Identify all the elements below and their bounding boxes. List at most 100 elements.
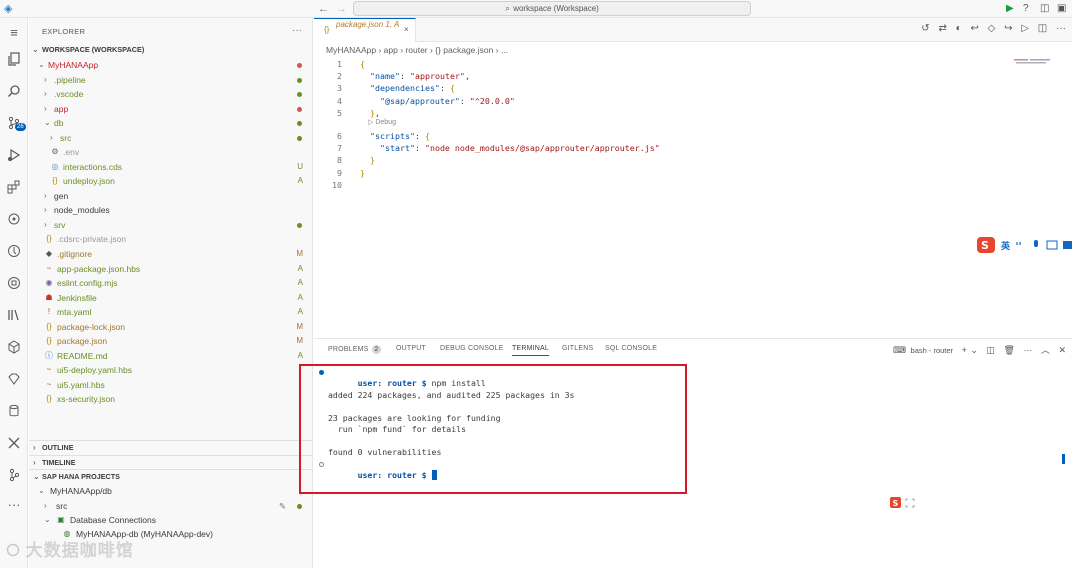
run-icon[interactable]: ▶ (1006, 2, 1014, 16)
tree-item[interactable]: ☗ Jenkinsfile A (29, 291, 313, 305)
tree-item-label: README.md (57, 351, 108, 361)
cloud-foundry-icon[interactable] (0, 240, 28, 262)
tree-item[interactable]: ⌄ db (29, 116, 313, 130)
tree-item[interactable]: › gen (29, 189, 313, 203)
ime-mode-label[interactable]: 英 (1001, 239, 1010, 252)
customize-layout-icon[interactable]: ▣ (1057, 2, 1066, 16)
tree-item[interactable]: ⚙ .env (29, 145, 313, 159)
line-number: 6 (337, 131, 342, 141)
tree-item[interactable]: › app (29, 102, 313, 116)
open-changes-icon[interactable]: ⇄ (938, 23, 946, 34)
ime-mini-icon[interactable]: S (890, 497, 918, 511)
help-icon[interactable]: ? (1023, 2, 1029, 16)
tree-item[interactable]: › srv (29, 218, 313, 232)
database-connections-item[interactable]: ⌄ ▣ Database Connections (29, 513, 313, 527)
tree-item-label: src (60, 133, 72, 143)
new-terminal-icon[interactable]: + (962, 345, 967, 355)
search-icon[interactable] (0, 80, 28, 102)
tree-item[interactable]: › .vscode (29, 87, 313, 101)
tree-item[interactable]: {} .cdsrc-private.json (29, 232, 313, 246)
more-actions-icon[interactable]: ··· (1023, 345, 1032, 355)
forward-arrow-icon[interactable]: → (336, 2, 347, 16)
workspace-header[interactable]: ⌄ WORKSPACE (WORKSPACE) (29, 43, 313, 57)
tree-item[interactable]: {} package.json M (29, 334, 313, 348)
search-icon: ⌕ (505, 3, 511, 13)
tree-item[interactable]: {} undeploy.json A (29, 174, 313, 188)
file-type-icon: ⓘ (45, 351, 53, 360)
tree-item[interactable]: ~ ui5.yaml.hbs (29, 378, 313, 392)
outline-section[interactable]: › OUTLINE (29, 440, 313, 454)
layout-icon[interactable]: ◫ (1040, 2, 1049, 16)
tree-item[interactable]: ⓘ README.md A (29, 349, 313, 363)
breadcrumb-item[interactable]: {} package.json (435, 45, 493, 55)
tree-item[interactable]: ~ app-package.json.hbs A (29, 262, 313, 276)
tab-problems[interactable]: PROBLEMS 2 (328, 345, 382, 354)
close-icon[interactable]: × (404, 19, 409, 41)
tree-item[interactable]: › src (29, 131, 313, 145)
more-actions-icon[interactable]: ··· (1056, 23, 1066, 34)
pin-icon[interactable]: ✎ (279, 499, 286, 513)
git-status-badge: A (297, 264, 303, 273)
tree-item[interactable]: ◉ eslint.config.mjs A (29, 276, 313, 290)
breadcrumb-item[interactable]: app (384, 45, 398, 55)
breadcrumb-item[interactable]: MyHANAApp (326, 45, 376, 55)
split-terminal-icon[interactable]: ◫ (986, 345, 995, 355)
maximize-panel-icon[interactable]: ︿ (1041, 345, 1050, 355)
hana-projects-section[interactable]: ⌄ SAP HANA PROJECTS (29, 469, 313, 483)
split-editor-icon[interactable]: ◫ (1038, 23, 1047, 34)
tab-terminal[interactable]: TERMINAL (512, 345, 549, 356)
more-actions-icon[interactable]: ··· (292, 25, 302, 36)
debug-codelens[interactable]: ▷ Debug (368, 118, 396, 126)
explorer-icon[interactable] (0, 48, 28, 70)
menu-icon[interactable]: ≡ (0, 22, 28, 44)
history-icon[interactable]: ↺ (921, 23, 929, 34)
tree-item[interactable]: ◆ .gitignore M (29, 247, 313, 261)
library-icon[interactable] (0, 304, 28, 326)
tab-debug-console[interactable]: DEBUG CONSOLE (440, 345, 504, 352)
tree-item[interactable]: › .pipeline (29, 73, 313, 87)
back-arrow-icon[interactable]: ← (318, 2, 329, 16)
chevron-down-icon[interactable]: ⌄ (970, 345, 978, 355)
next-change-icon[interactable]: ↪ (1004, 23, 1012, 34)
tools-icon[interactable] (0, 432, 28, 454)
trash-icon[interactable]: 🗑 (1003, 345, 1014, 355)
tab-sql-console[interactable]: SQL CONSOLE (605, 345, 657, 352)
timeline-section[interactable]: › TIMELINE (29, 455, 313, 469)
more-icon[interactable]: ··· (0, 494, 28, 516)
scrollbar-thumb[interactable] (1062, 454, 1065, 464)
tree-item[interactable]: ~ ui5-deploy.yaml.hbs (29, 363, 313, 377)
tree-item[interactable]: ◎ interactions.cds U (29, 160, 313, 174)
command-center-search[interactable]: ⌕ workspace (Workspace) (353, 1, 751, 16)
tab-package-json[interactable]: {} package.json 1, A × (314, 18, 416, 42)
terminal-name[interactable]: bash - router (911, 346, 954, 355)
run-debug-icon[interactable] (0, 144, 28, 166)
tree-item[interactable]: ! mta.yaml A (29, 305, 313, 319)
git-graph-icon[interactable] (0, 464, 28, 486)
source-control-icon[interactable]: 26 (0, 112, 28, 134)
breadcrumb-item[interactable]: router (405, 45, 427, 55)
diff-icon[interactable]: ◇ (988, 23, 996, 34)
tree-item-label: gen (54, 191, 69, 201)
tree-item[interactable]: ⌄ MyHANAApp (29, 58, 313, 72)
ime-toolbar[interactable]: S 英 (976, 236, 1072, 254)
remote-explorer-icon[interactable] (0, 208, 28, 230)
chevron-down-icon: ⌄ (44, 515, 51, 524)
tab-gitlens[interactable]: GITLENS (562, 345, 593, 352)
tree-item[interactable]: {} package-lock.json M (29, 320, 313, 334)
hana-project-item[interactable]: ⌄ MyHANAApp/db (29, 484, 313, 498)
run-file-icon[interactable]: ▷ (1021, 23, 1029, 34)
database-icon[interactable] (0, 400, 28, 422)
tree-item[interactable]: {} xs-security.json (29, 392, 313, 406)
previous-change-icon[interactable]: ↩ (970, 23, 978, 34)
sap-icon[interactable] (0, 272, 28, 294)
package-icon[interactable] (0, 336, 28, 358)
minimap[interactable] (1012, 58, 1058, 66)
tree-item[interactable]: › node_modules (29, 203, 313, 217)
extensions-icon[interactable] (0, 176, 28, 198)
breadcrumb-item[interactable]: ... (501, 45, 508, 55)
gem-icon[interactable] (0, 368, 28, 390)
tab-output[interactable]: OUTPUT (396, 345, 426, 352)
split-changes-icon[interactable]: ◐ (956, 23, 962, 34)
hana-src-item[interactable]: › src ✎ (29, 499, 313, 513)
close-panel-icon[interactable]: ✕ (1058, 345, 1066, 355)
